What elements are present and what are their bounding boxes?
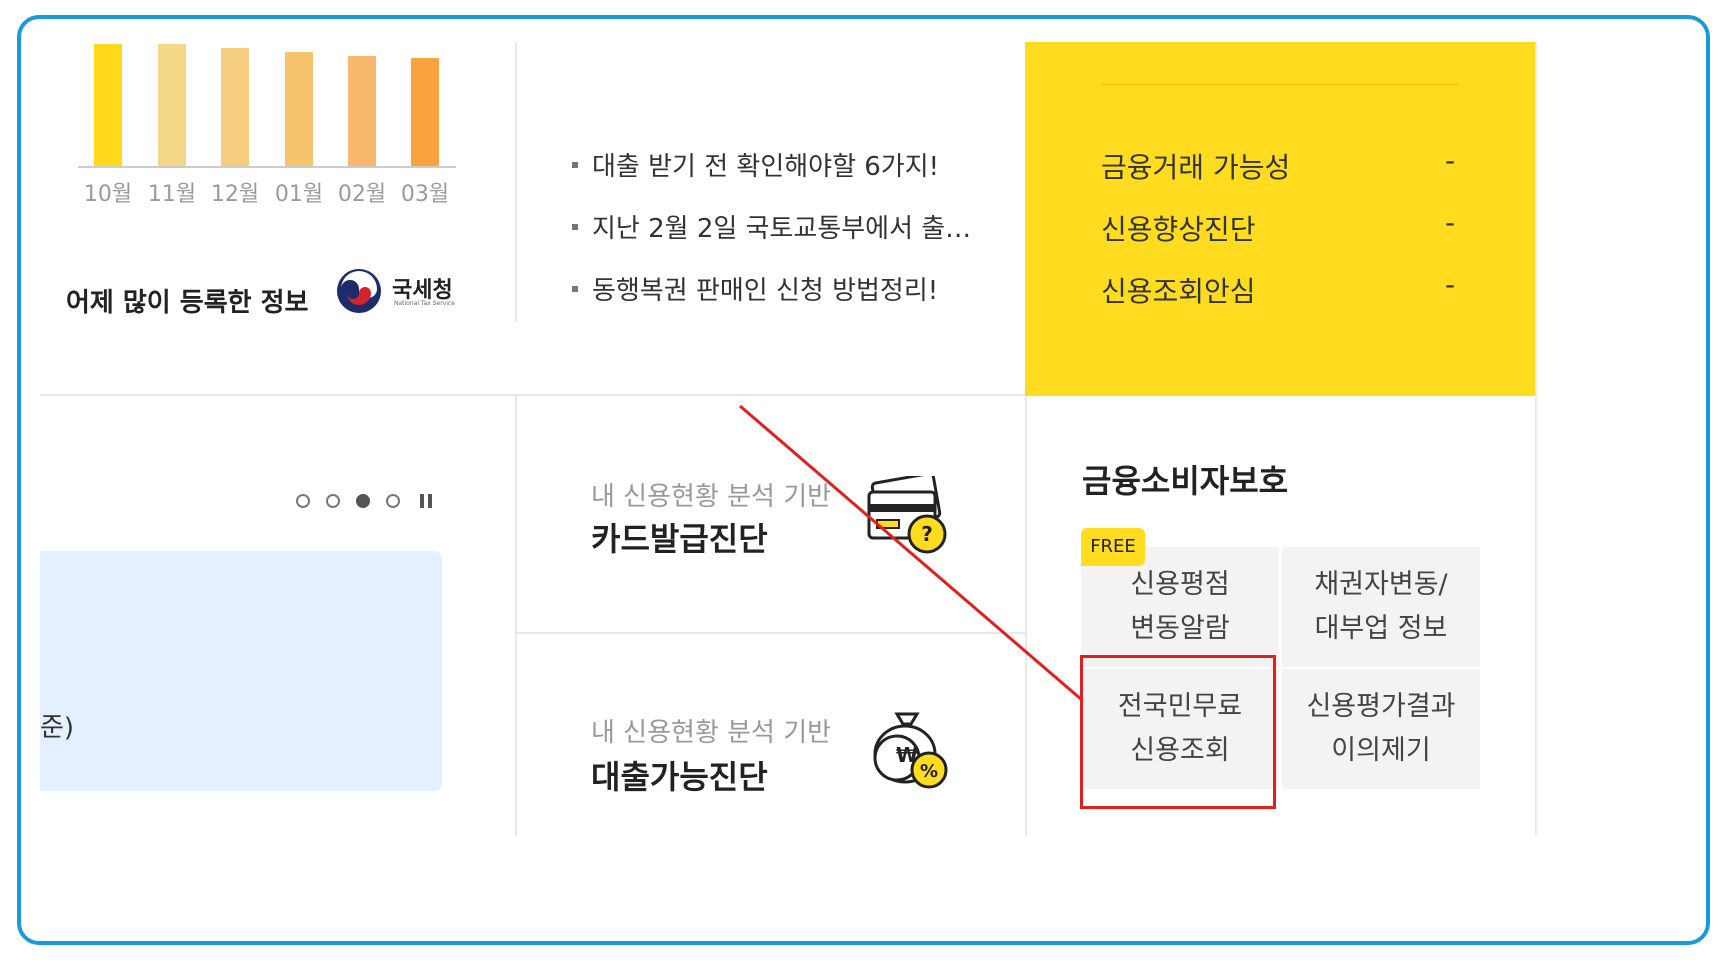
credit-objection-button[interactable]: 신용평가결과이의제기 [1282, 669, 1480, 789]
credit-row-label: 신용조회안심 [1101, 275, 1256, 308]
chart-bar [94, 44, 122, 166]
pager-dot[interactable] [386, 494, 400, 508]
chart-tick-label: 12월 [210, 182, 260, 207]
button-line: 신용평가결과 [1306, 691, 1456, 722]
chart-bar [285, 52, 313, 166]
credit-row-label: 금융거래 가능성 [1101, 151, 1291, 184]
diagnosis-subtitle: 내 신용현황 분석 기반 [591, 718, 832, 748]
button-line: 이의제기 [1331, 735, 1431, 766]
card-diagnosis-item[interactable]: 내 신용현황 분석 기반 카드발급진단 ? [517, 396, 1025, 632]
chart-bar [348, 56, 376, 166]
button-line: 변동알람 [1130, 613, 1230, 644]
card-question-icon: ? [867, 476, 947, 554]
bullet [572, 223, 578, 230]
button-line: 채권자변동/ [1314, 569, 1448, 600]
news-item-text: 대출 받기 전 확인해야할 6가지! [592, 152, 940, 182]
loan-diagnosis-item[interactable]: 내 신용현황 분석 기반 대출가능진단 ₩ % [517, 634, 1025, 836]
diagnosis-title: 카드발급진단 [591, 520, 768, 558]
diagnosis-subtitle: 내 신용현황 분석 기반 [591, 482, 832, 512]
banner-card[interactable]: 준) [40, 551, 442, 791]
chart-tick-label: 10월 [83, 182, 133, 207]
highlight-box [1080, 655, 1276, 809]
credit-row-value: - [1445, 268, 1456, 301]
news-item[interactable]: 대출 받기 전 확인해야할 6가지! [572, 146, 939, 183]
column-divider [515, 42, 517, 322]
consumer-protection-title: 금융소비자보호 [1082, 462, 1289, 500]
news-item[interactable]: 지난 2월 2일 국토교통부에서 출… [572, 208, 971, 245]
pager-dot-active[interactable] [356, 494, 370, 508]
banner-text: 준) [40, 713, 75, 743]
chart-bar [221, 48, 249, 166]
creditor-change-button[interactable]: 채권자변동/대부업 정보 [1282, 547, 1480, 667]
chart-tick-label: 03월 [400, 182, 450, 207]
bullet [572, 285, 578, 292]
nts-logo-sub: National Tax Service [394, 300, 455, 307]
news-item-text: 동행복권 판매인 신청 방법정리! [592, 276, 939, 306]
chart-tick-label: 11월 [147, 182, 197, 207]
credit-row-value: - [1445, 144, 1456, 177]
diagnosis-title: 대출가능진단 [591, 758, 768, 796]
taegeuk-icon [337, 269, 381, 313]
chart-tick-label: 02월 [337, 182, 387, 207]
svg-text:?: ? [921, 522, 933, 546]
svg-text:%: % [920, 761, 938, 782]
money-bag-percent-icon: ₩ % [873, 712, 948, 789]
chart-bar [158, 44, 186, 166]
pause-icon[interactable] [420, 494, 434, 508]
news-item[interactable]: 동행복권 판매인 신청 방법정리! [572, 270, 938, 307]
credit-row-label: 신용향상진단 [1101, 213, 1256, 246]
button-line: 신용평점 [1130, 569, 1230, 600]
news-item-text: 지난 2월 2일 국토교통부에서 출… [592, 214, 972, 244]
column-divider [1025, 396, 1027, 836]
panel-shadow [1535, 42, 1539, 836]
bullet [572, 161, 578, 168]
popular-info-title: 어제 많이 등록한 정보 [66, 288, 309, 318]
button-line: 대부업 정보 [1314, 613, 1448, 644]
panel-divider [1101, 84, 1459, 85]
nts-logo[interactable]: 국세청 National Tax Service [334, 266, 464, 318]
chart-bar [411, 58, 439, 166]
credit-status-panel: 금융거래 가능성 - 신용향상진단 - 신용조회안심 - [1025, 42, 1535, 396]
pager-dot[interactable] [326, 494, 340, 508]
credit-row-value: - [1445, 206, 1456, 239]
free-badge: FREE [1081, 528, 1145, 566]
chart-tick-label: 01월 [274, 182, 324, 207]
pager-dot[interactable] [296, 494, 310, 508]
chart-axis [78, 166, 456, 168]
